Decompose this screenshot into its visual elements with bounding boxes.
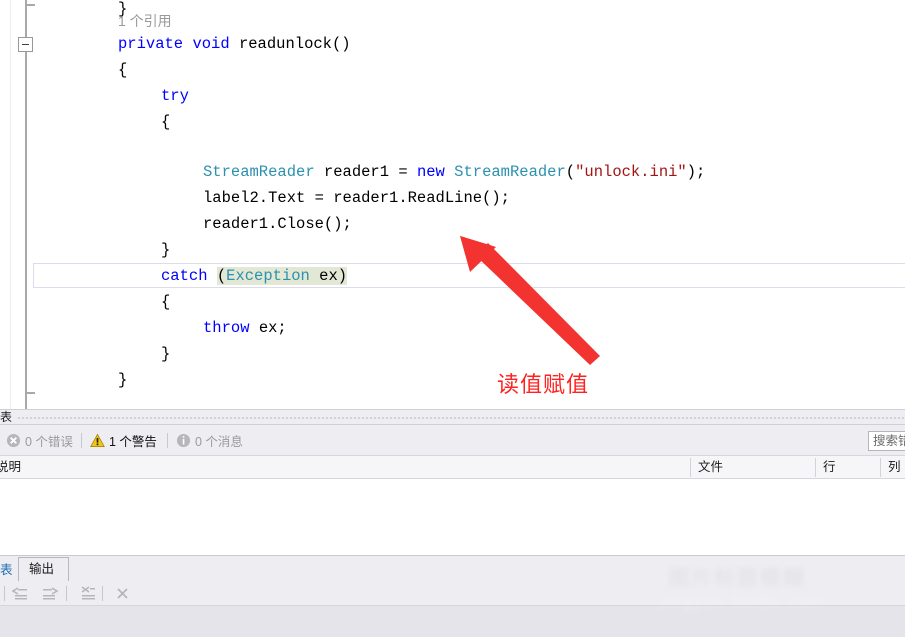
code-token: {	[161, 113, 171, 131]
code-line: label2.Text = reader1.ReadLine();	[203, 185, 510, 211]
code-token: {	[161, 293, 171, 311]
code-token: (	[565, 163, 576, 181]
code-token: ex;	[249, 319, 287, 337]
tab-output[interactable]: 输出	[18, 557, 70, 582]
code-token: {	[118, 61, 128, 79]
code-line: reader1.Close();	[203, 211, 352, 237]
code-token: Exception	[226, 267, 310, 285]
code-token: reader1.Close();	[203, 215, 352, 233]
output-panel	[0, 581, 905, 637]
column-header[interactable]: 列	[882, 456, 905, 478]
code-line: throw ex;	[203, 315, 287, 341]
code-line: }	[118, 367, 127, 393]
code-token: ex)	[309, 267, 348, 285]
code-line: }	[161, 341, 170, 367]
code-token: readunlock()	[229, 35, 351, 53]
code-token: new	[416, 163, 445, 181]
code-token: );	[686, 163, 706, 181]
splitter-clipped-label: 表	[0, 410, 13, 424]
code-token: void	[192, 35, 230, 53]
code-token: private	[118, 35, 184, 53]
filter-messages-button[interactable]: 0 个消息	[176, 431, 243, 449]
code-token: 1 个引用	[118, 13, 172, 29]
code-token: label2.Text = reader1.ReadLine();	[203, 189, 510, 207]
code-line: {	[161, 109, 170, 135]
column-divider[interactable]	[880, 458, 881, 477]
splitter-grip-icon	[17, 416, 905, 419]
code-token: try	[161, 87, 189, 105]
column-header[interactable]: 行	[817, 456, 880, 478]
filter-warnings-label: 1 个警告	[109, 434, 157, 449]
search-error-list-input[interactable]: 搜索错	[868, 431, 905, 451]
code-editor[interactable]: } 1 个引用 private void readunlock() { try { Stre…	[0, 0, 905, 410]
panel-splitter[interactable]: 表	[0, 409, 905, 425]
visual-studio-window: } 1 个引用 private void readunlock() { try { Stre…	[0, 0, 905, 637]
code-token: reader1 =	[314, 163, 417, 181]
error-list-panel: 0 个错误 1 个警告 0 个消息 说明 文件 行 列	[0, 425, 905, 555]
code-token: StreamReader	[454, 163, 566, 181]
arrow-to-list-left-icon[interactable]	[10, 584, 30, 603]
close-x-icon[interactable]	[113, 584, 133, 603]
info-circle-icon	[176, 433, 191, 447]
tab-error-list[interactable]: 表	[0, 561, 13, 579]
code-token: throw	[203, 319, 250, 337]
arrow-to-list-right-icon[interactable]	[40, 584, 60, 603]
error-list-toolbar: 0 个错误 1 个警告 0 个消息	[0, 425, 905, 455]
column-divider[interactable]	[815, 458, 816, 477]
toolbar-separator	[4, 586, 5, 601]
code-token: "unlock.ini"	[575, 163, 687, 181]
filter-messages-label: 0 个消息	[195, 434, 243, 449]
toolbar-separator	[167, 433, 168, 448]
error-list-column-headers: 说明 文件行列	[0, 455, 905, 479]
column-header[interactable]: 文件	[692, 456, 815, 478]
filter-warnings-button[interactable]: 1 个警告	[90, 431, 157, 449]
code-token: }	[118, 371, 128, 389]
clear-list-icon[interactable]	[78, 584, 98, 603]
column-divider[interactable]	[690, 458, 691, 477]
bottom-tab-strip: 表 输出	[0, 555, 905, 582]
code-line: try	[161, 83, 189, 109]
filter-errors-button[interactable]: 0 个错误	[6, 431, 73, 449]
code-text[interactable]: } 1 个引用 private void readunlock() { try { Stre…	[0, 0, 905, 410]
code-line: catch (Exception ex)	[161, 263, 348, 289]
code-line: {	[161, 289, 170, 315]
toolbar-separator	[102, 586, 103, 601]
code-line: {	[118, 57, 127, 83]
error-circle-icon	[6, 433, 21, 447]
filter-errors-label: 0 个错误	[25, 434, 73, 449]
toolbar-separator	[81, 433, 82, 448]
annotation-label: 读值赋值	[497, 373, 590, 398]
code-line: StreamReader reader1 = new StreamReader(…	[203, 159, 705, 185]
output-toolbar	[0, 581, 905, 606]
column-header[interactable]: 说明	[0, 456, 690, 478]
code-token: StreamReader	[203, 163, 315, 181]
code-token: }	[161, 345, 171, 363]
code-token: (	[216, 267, 227, 285]
code-token: catch	[161, 267, 208, 285]
error-list-rows[interactable]	[0, 479, 905, 555]
toolbar-separator	[66, 586, 67, 601]
output-text-area[interactable]	[0, 606, 905, 637]
code-line: private void readunlock()	[118, 31, 351, 57]
code-token: }	[161, 241, 171, 259]
warning-triangle-icon	[90, 433, 105, 447]
code-line: }	[161, 237, 170, 263]
